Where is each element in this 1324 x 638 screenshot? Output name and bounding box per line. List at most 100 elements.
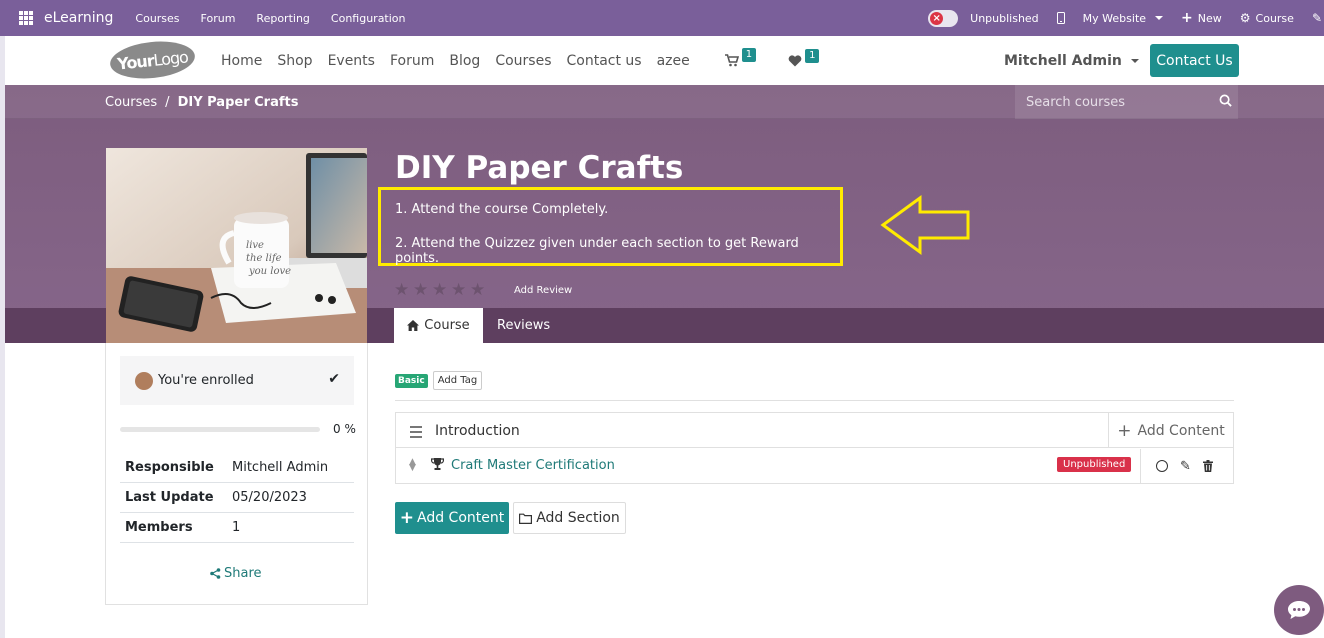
search-input[interactable]: Search courses <box>1015 85 1238 119</box>
site-header: Your Logo Home Shop Events Forum Blog Cou… <box>0 36 1324 85</box>
star-icon: ★ <box>413 280 429 300</box>
section-add-content-label: Add Content <box>1137 422 1225 439</box>
app-brand[interactable]: eLearning <box>44 10 113 26</box>
chat-icon <box>1288 601 1310 619</box>
site-logo[interactable]: Your Logo <box>108 37 197 83</box>
add-review-link[interactable]: Add Review <box>514 285 572 296</box>
rating-stars: ★ ★ ★ ★ ★ <box>394 280 486 300</box>
status-badge: Unpublished <box>1057 457 1132 472</box>
cart-count-badge: 1 <box>741 48 757 62</box>
info-key: Members <box>125 520 193 535</box>
menu-courses[interactable]: Courses <box>135 12 179 25</box>
info-row-members: Members 1 <box>120 513 354 543</box>
description-line: 2. Attend the Quizzez given under each s… <box>395 236 799 266</box>
description-line: 1. Attend the course Completely. <box>395 202 609 217</box>
section-add-content-button[interactable]: + Add Content <box>1108 413 1233 448</box>
new-label: New <box>1197 11 1222 25</box>
menu-configuration[interactable]: Configuration <box>331 12 406 25</box>
progress-bar <box>120 427 320 432</box>
edit-button[interactable]: ✎ <box>1312 11 1322 25</box>
breadcrumb-separator: / <box>165 94 170 110</box>
section-title[interactable]: Introduction <box>435 423 520 439</box>
search-icon[interactable] <box>1219 94 1232 107</box>
publish-status: Unpublished <box>970 11 1039 25</box>
heart-icon <box>788 54 802 66</box>
course-section: Introduction + Add Content ▲ ▼ Craft Mast… <box>395 412 1234 484</box>
wishlist-link[interactable]: 1 <box>788 48 820 67</box>
new-button[interactable]: + New <box>1181 10 1222 26</box>
contact-us-button[interactable]: Contact Us <box>1150 44 1239 77</box>
tab-course[interactable]: Course <box>394 308 483 343</box>
nav-shop[interactable]: Shop <box>277 53 312 69</box>
pencil-icon[interactable]: ✎ <box>1180 459 1191 474</box>
add-content-button[interactable]: + Add Content <box>395 502 509 534</box>
logo-text-light: Logo <box>152 46 189 70</box>
add-section-label: Add Section <box>536 510 620 526</box>
svg-text:the life: the life <box>246 253 282 264</box>
trash-icon[interactable] <box>1202 460 1213 472</box>
admin-bar-right: × Unpublished My Website + New ⚙ Course … <box>928 0 1324 36</box>
slide-actions: ✎ <box>1140 449 1233 483</box>
cart-link[interactable]: 1 <box>724 48 757 67</box>
info-row-last-update: Last Update 05/20/2023 <box>120 483 354 513</box>
star-icon: ★ <box>451 280 467 300</box>
nav-blog[interactable]: Blog <box>449 53 480 69</box>
info-key: Last Update <box>125 490 214 505</box>
drag-handle-icon[interactable] <box>410 426 422 441</box>
course-sidebar: You're enrolled ✔ 0 % Responsible Mitche… <box>105 343 368 605</box>
tag-basic[interactable]: Basic <box>395 373 428 388</box>
sort-icon[interactable]: ▲ ▼ <box>409 458 416 473</box>
caret-down-icon <box>1130 58 1139 63</box>
tab-reviews[interactable]: Reviews <box>497 308 550 343</box>
cover-illustration: live the life you love <box>106 148 367 343</box>
breadcrumb-courses[interactable]: Courses <box>105 95 157 110</box>
enrolled-status: You're enrolled ✔ <box>120 356 354 405</box>
info-value: 05/20/2023 <box>232 490 307 505</box>
mug-lettering: live <box>246 240 264 251</box>
nav-courses[interactable]: Courses <box>495 53 551 69</box>
cart-icon <box>724 54 739 67</box>
nav-events[interactable]: Events <box>328 53 375 69</box>
progress-label: 0 % <box>333 422 356 436</box>
menu-forum[interactable]: Forum <box>201 12 236 25</box>
nav-home[interactable]: Home <box>221 53 262 69</box>
toggle-switch[interactable]: × <box>928 9 959 27</box>
main-nav: Home Shop Events Forum Blog Courses Cont… <box>221 36 835 85</box>
add-content-label: Add Content <box>417 510 505 526</box>
share-icon <box>210 568 221 579</box>
circle-icon[interactable] <box>1156 460 1168 472</box>
info-row-responsible: Responsible Mitchell Admin <box>120 453 354 483</box>
user-name: Mitchell Admin <box>1004 52 1122 69</box>
star-icon: ★ <box>394 280 410 300</box>
search-placeholder: Search courses <box>1026 94 1126 110</box>
user-menu[interactable]: Mitchell Admin <box>1004 36 1139 85</box>
course-label: Course <box>1255 11 1294 25</box>
nav-azee[interactable]: azee <box>657 53 690 69</box>
add-section-button[interactable]: Add Section <box>513 502 626 534</box>
add-tag-button[interactable]: Add Tag <box>432 371 483 390</box>
share-button[interactable]: Share <box>210 566 262 581</box>
info-value: Mitchell Admin <box>232 460 329 475</box>
divider <box>395 400 1234 401</box>
check-icon: ✔ <box>328 371 340 387</box>
plus-icon: + <box>399 508 414 528</box>
arrow-left-icon <box>880 195 970 255</box>
close-icon: × <box>930 11 944 25</box>
website-selector[interactable]: My Website <box>1083 12 1164 25</box>
slide-title-link[interactable]: Craft Master Certification <box>451 458 615 473</box>
mobile-preview-button[interactable] <box>1056 12 1065 24</box>
apps-grid-icon[interactable] <box>19 11 33 25</box>
plus-icon: + <box>1181 10 1193 26</box>
trophy-icon <box>431 458 444 470</box>
home-icon <box>407 320 420 331</box>
folder-icon <box>519 513 533 524</box>
nav-contact-us[interactable]: Contact us <box>566 53 641 69</box>
menu-reporting[interactable]: Reporting <box>256 12 309 25</box>
breadcrumb-current: DIY Paper Crafts <box>177 94 299 110</box>
course-settings-button[interactable]: ⚙ Course <box>1240 11 1294 25</box>
livechat-button[interactable] <box>1274 585 1324 635</box>
publish-toggle[interactable]: × Unpublished <box>928 9 1039 27</box>
tab-course-label: Course <box>424 318 470 333</box>
nav-forum[interactable]: Forum <box>390 53 434 69</box>
course-description-highlight: 1. Attend the course Completely. 2. Atte… <box>378 187 843 266</box>
